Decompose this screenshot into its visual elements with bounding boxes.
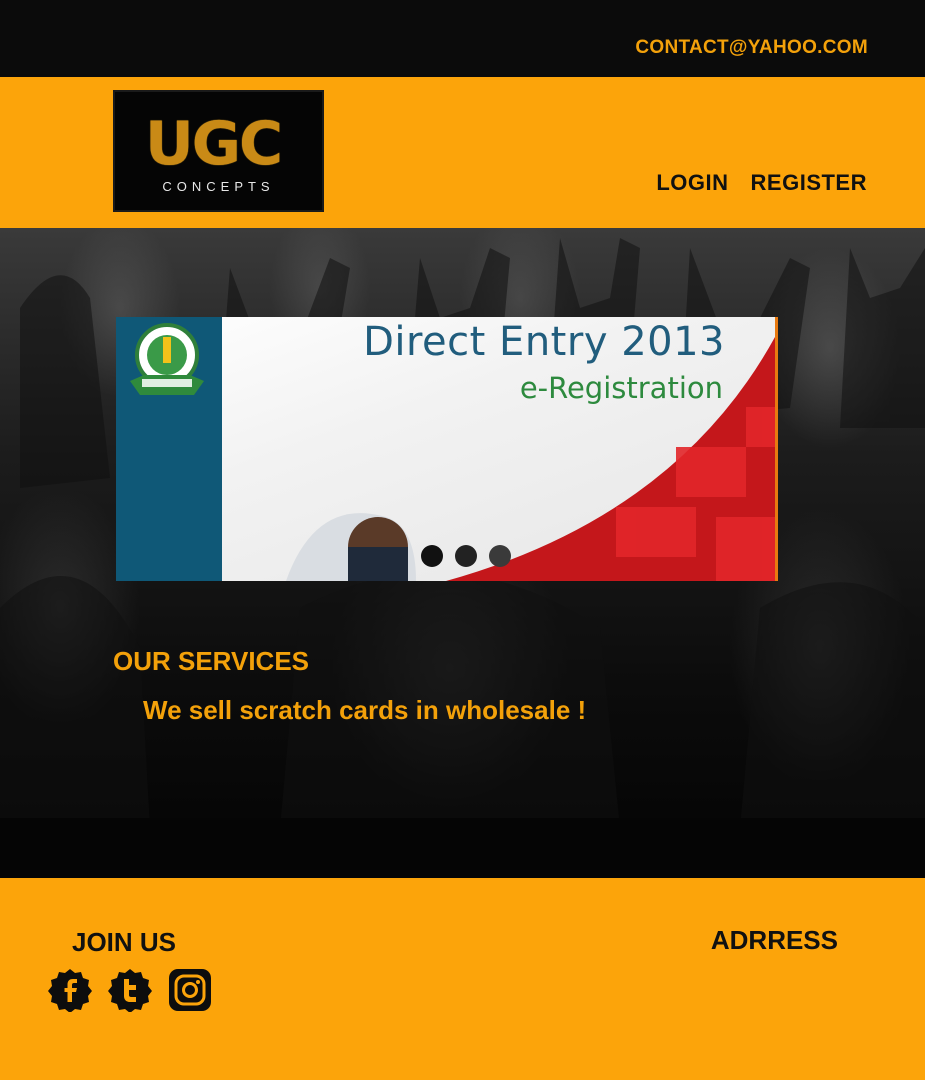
facebook-icon[interactable] xyxy=(48,968,92,1012)
main-nav: LOGIN REGISTER xyxy=(656,170,867,196)
slide-title: Direct Entry 2013 xyxy=(363,319,725,365)
banner-slider[interactable]: Direct Entry 2013 e-Registration xyxy=(116,317,778,581)
address-heading: ADRRESS xyxy=(710,925,838,955)
slider-dots xyxy=(421,545,511,567)
twitter-icon[interactable] xyxy=(108,968,152,1012)
social-links xyxy=(48,968,212,1012)
instagram-icon[interactable] xyxy=(168,968,212,1012)
logo[interactable]: UGC CONCEPTS xyxy=(113,90,324,212)
slide-subtitle: e-Registration xyxy=(519,371,723,405)
services-heading: OUR SERVICES xyxy=(113,646,310,676)
top-bar: CONTACT@YAHOO.COM xyxy=(0,0,925,77)
slider-dot-3[interactable] xyxy=(489,545,511,567)
slider-dot-2[interactable] xyxy=(455,545,477,567)
login-link[interactable]: LOGIN xyxy=(656,170,728,196)
register-link[interactable]: REGISTER xyxy=(751,170,867,196)
logo-mark: UGC xyxy=(145,114,297,174)
hero-bottom-band xyxy=(0,818,925,878)
header: UGC CONCEPTS LOGIN REGISTER xyxy=(0,77,925,228)
footer: JOIN US ADRRESS xyxy=(0,878,925,1080)
contact-email-link[interactable]: CONTACT@YAHOO.COM xyxy=(635,37,868,59)
join-us-heading: JOIN US xyxy=(72,927,177,957)
logo-subtitle: CONCEPTS xyxy=(162,179,275,194)
services-description: We sell scratch cards in wholesale ! xyxy=(143,695,587,725)
slider-dot-1[interactable] xyxy=(421,545,443,567)
